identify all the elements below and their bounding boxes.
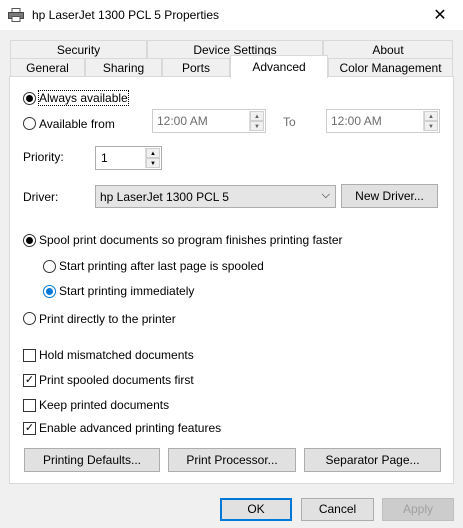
spin-up-icon[interactable]: ▲ [146,148,160,158]
to-time-value: 12:00 AM [331,114,382,128]
print-directly-radio[interactable] [23,312,36,325]
cancel-button[interactable]: Cancel [301,498,374,521]
spin-up-icon[interactable]: ▲ [424,111,438,121]
priority-field[interactable]: 1 ▲ ▼ [95,146,162,170]
print-spooled-first-checkbox[interactable]: ✓ [23,374,36,387]
spool-radio[interactable] [23,234,36,247]
to-time-field[interactable]: 12:00 AM ▲ ▼ [326,109,440,133]
print-processor-button[interactable]: Print Processor... [168,448,296,472]
enable-advanced-features-label: Enable advanced printing features [39,421,222,435]
start-after-last-page-label: Start printing after last page is spoole… [59,259,264,273]
driver-value: hp LaserJet 1300 PCL 5 [100,190,229,204]
spool-label: Spool print documents so program finishe… [39,233,343,247]
separator [23,333,437,334]
from-time-value: 12:00 AM [157,114,208,128]
checkmark-icon: ✓ [24,374,35,386]
always-available-label: Always available [38,90,129,106]
driver-label: Driver: [23,190,59,204]
ok-button[interactable]: OK [220,498,292,521]
available-from-radio[interactable] [23,117,36,130]
keep-printed-checkbox[interactable] [23,399,36,412]
start-after-last-page-radio[interactable] [43,260,56,273]
new-driver-button[interactable]: New Driver... [341,184,438,208]
from-time-spinner[interactable]: ▲ ▼ [249,111,264,131]
chevron-down-icon: ⌵ [321,189,330,201]
start-immediately-label: Start printing immediately [59,284,195,298]
spin-down-icon[interactable]: ▼ [146,158,160,168]
printing-defaults-button[interactable]: Printing Defaults... [24,448,160,472]
print-spooled-first-label: Print spooled documents first [39,373,194,387]
from-time-field[interactable]: 12:00 AM ▲ ▼ [152,109,266,133]
spin-down-icon[interactable]: ▼ [250,121,264,131]
hold-mismatched-label: Hold mismatched documents [39,348,194,362]
separator-page-button[interactable]: Separator Page... [304,448,441,472]
checkmark-icon: ✓ [24,422,35,434]
priority-value: 1 [101,151,108,165]
hold-mismatched-checkbox[interactable] [23,349,36,362]
to-label: To [283,115,296,129]
separator [23,219,437,220]
priority-label: Priority: [23,150,64,164]
enable-advanced-features-checkbox[interactable]: ✓ [23,422,36,435]
spin-up-icon[interactable]: ▲ [250,111,264,121]
spin-down-icon[interactable]: ▼ [424,121,438,131]
keep-printed-label: Keep printed documents [39,398,170,412]
to-time-spinner[interactable]: ▲ ▼ [423,111,438,131]
print-directly-label: Print directly to the printer [39,312,176,326]
apply-button[interactable]: Apply [382,498,454,521]
driver-select[interactable]: hp LaserJet 1300 PCL 5 ⌵ [95,185,336,208]
always-available-radio[interactable] [23,92,36,105]
priority-spinner[interactable]: ▲ ▼ [145,148,160,168]
start-immediately-radio[interactable] [43,285,56,298]
available-from-label: Available from [39,117,115,131]
